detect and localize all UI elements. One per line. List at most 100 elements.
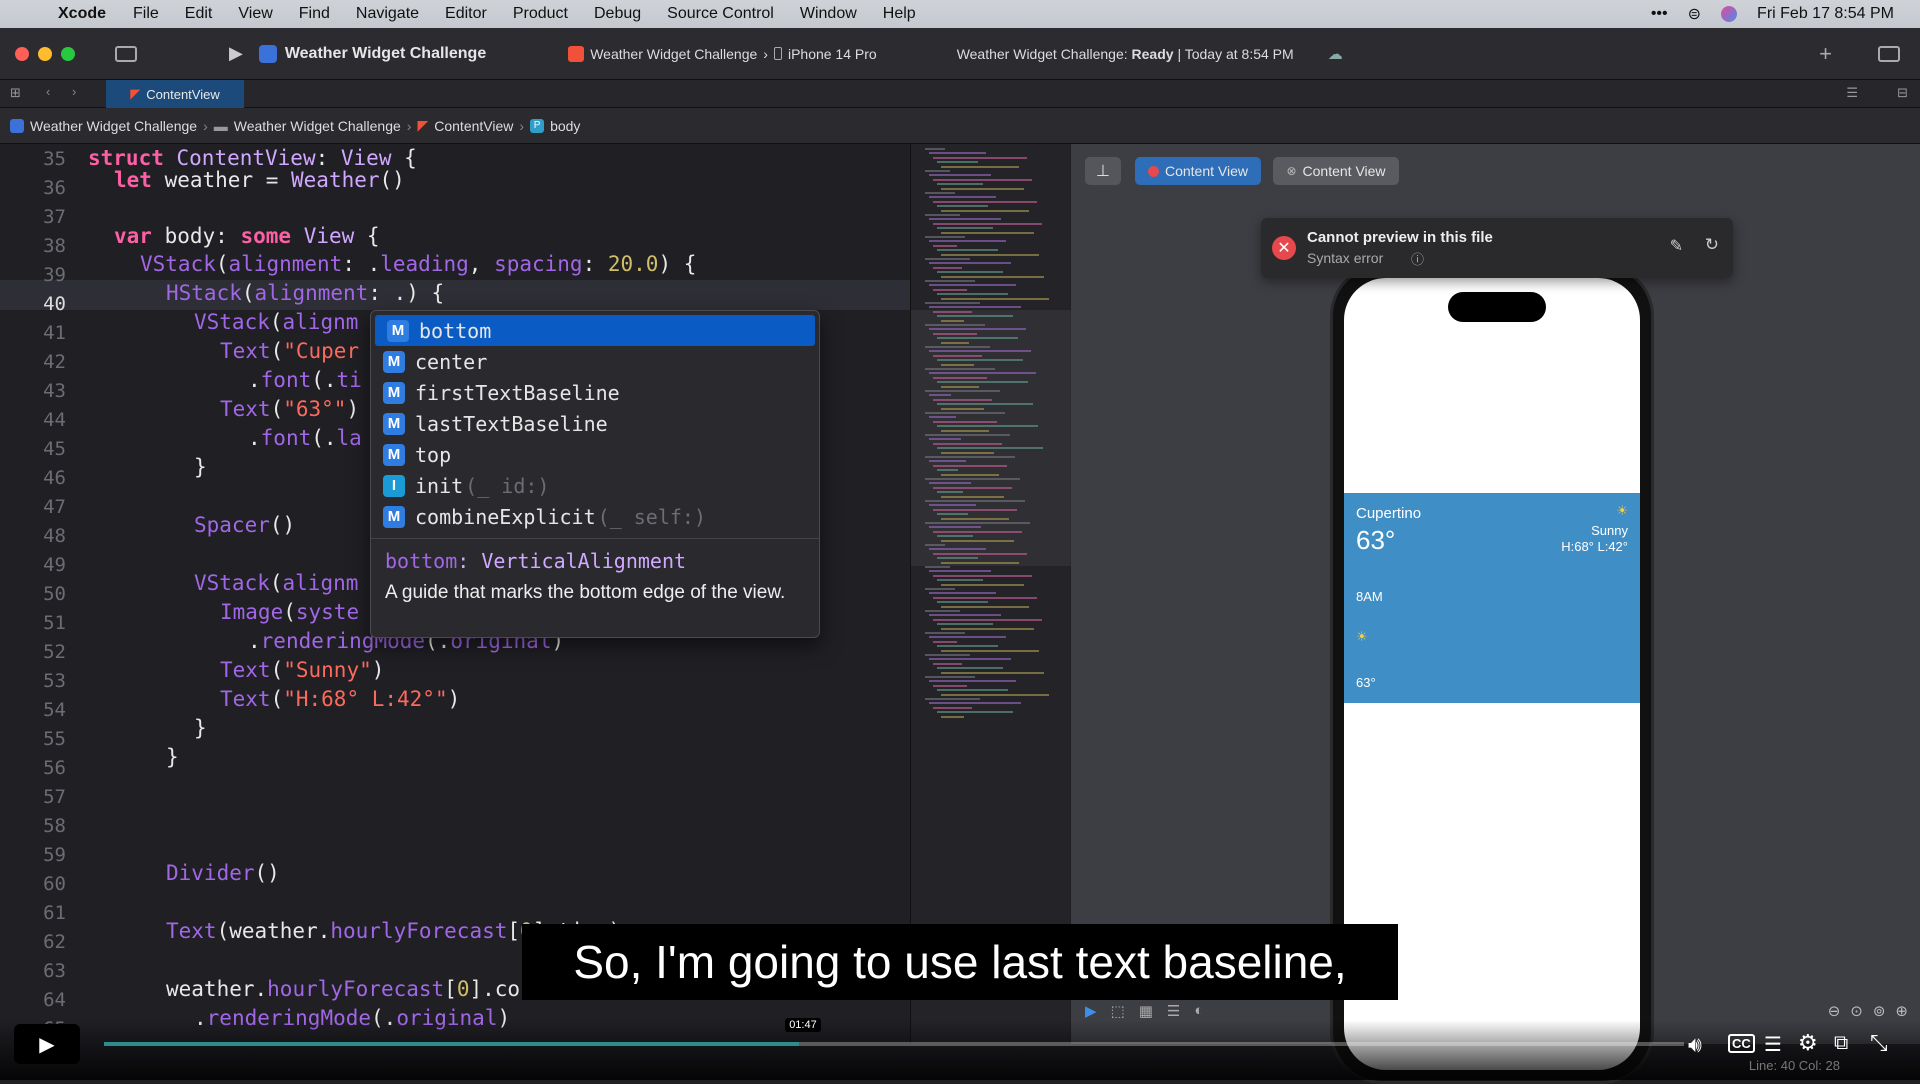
breadcrumb-project[interactable]: Weather Widget Challenge	[30, 118, 197, 134]
captions-icon[interactable]: CC	[1728, 1034, 1755, 1053]
completion-center[interactable]: Mcenter	[371, 346, 819, 377]
minimap[interactable]	[910, 144, 1071, 1044]
menu-find[interactable]: Find	[299, 5, 330, 23]
video-progress-bar[interactable]	[104, 1042, 1684, 1046]
breadcrumb-file[interactable]: ContentView	[434, 118, 513, 134]
volume-icon[interactable]: 🔊︎	[1688, 1032, 1702, 1058]
line-number: 63	[43, 960, 66, 982]
minimap-line	[941, 363, 974, 366]
minimap-line	[933, 530, 1022, 533]
editor-tab-bar: ⊞ ‹ › ◤ ContentView ☰ ⊟	[0, 80, 1920, 108]
minimap-line	[937, 381, 1028, 384]
menu-product[interactable]: Product	[513, 5, 568, 23]
completion-init[interactable]: Iinit (_ id:)	[371, 470, 819, 501]
breadcrumb-symbol[interactable]: body	[550, 118, 580, 134]
completion-first-text-baseline[interactable]: MfirstTextBaseline	[371, 377, 819, 408]
completion-last-text-baseline[interactable]: MlastTextBaseline	[371, 408, 819, 439]
method-badge-icon: M	[383, 381, 405, 404]
status-state: Ready	[1131, 45, 1174, 62]
cloud-icon: ☁	[1327, 45, 1343, 63]
fullscreen-exit-icon[interactable]: ⤡	[1870, 1030, 1888, 1056]
diagnostics-icon[interactable]: ✎	[1670, 236, 1683, 256]
minimize-window-button[interactable]	[38, 46, 52, 61]
pin-button[interactable]: ⊥	[1085, 157, 1121, 185]
line-number: 46	[43, 467, 66, 489]
code-line: VStack(alignm	[194, 571, 359, 595]
minimap-line	[933, 684, 967, 687]
settings-gear-icon[interactable]: ⚙	[1798, 1030, 1818, 1056]
minimap-line	[933, 244, 957, 247]
menu-editor[interactable]: Editor	[445, 5, 487, 23]
preview-chip-live[interactable]: Content View	[1135, 157, 1261, 185]
minimap-line	[929, 526, 981, 529]
minimap-line	[937, 535, 973, 538]
menu-clock[interactable]: Fri Feb 17 8:54 PM	[1757, 5, 1894, 23]
zoom-controls: ⊖ ⊙ ⊚ ⊕	[1828, 1002, 1908, 1020]
device-name: iPhone 14 Pro	[787, 45, 877, 62]
completion-top[interactable]: Mtop	[371, 439, 819, 470]
menu-window[interactable]: Window	[800, 5, 857, 23]
close-window-button[interactable]	[15, 46, 29, 61]
menu-app[interactable]: Xcode	[58, 5, 106, 23]
zoom-fit-icon[interactable]: ⊙	[1850, 1002, 1863, 1020]
dynamic-island	[1448, 292, 1546, 322]
line-number: 41	[43, 322, 66, 344]
doc-symbol-name: bottom	[385, 549, 458, 573]
siri-icon[interactable]	[1721, 6, 1738, 22]
preview-canvas[interactable]: ⊥ Content View ⊗ Content View Cupertino …	[1071, 144, 1920, 1084]
picture-in-picture-icon[interactable]: ⧉	[1834, 1032, 1848, 1055]
minimap-line	[929, 658, 1011, 661]
minimap-line	[929, 460, 966, 463]
widget-hour-temp: 63°	[1356, 675, 1376, 690]
zoom-actual-icon[interactable]: ⊚	[1873, 1002, 1886, 1020]
minimap-line	[925, 566, 950, 568]
menu-source-control[interactable]: Source Control	[667, 5, 774, 23]
add-icon[interactable]: +	[1819, 41, 1832, 67]
inspector-toggle-icon[interactable]	[1878, 45, 1900, 62]
refresh-icon[interactable]: ↻	[1705, 235, 1719, 255]
preview-chip-static[interactable]: ⊗ Content View	[1273, 157, 1399, 185]
code-line: Text("H:68° L:42°")	[220, 687, 461, 711]
statusbar-cursor: Line: 40 Col: 28	[1748, 1058, 1840, 1073]
more-icon[interactable]: •••	[1651, 5, 1668, 23]
related-items-icon[interactable]: ☰	[1846, 85, 1858, 101]
minimap-line	[933, 398, 992, 401]
minimap-line	[925, 522, 1030, 524]
scheme-selector[interactable]: Weather Widget Challenge › iPhone 14 Pro	[568, 45, 877, 62]
forward-icon[interactable]: ›	[72, 84, 76, 99]
minimap-line	[929, 592, 996, 595]
menu-view[interactable]: View	[238, 5, 272, 23]
play-button[interactable]: ▶	[14, 1024, 80, 1064]
navigator-toggle-icon[interactable]	[115, 45, 137, 62]
grid-icon[interactable]: ⊞	[10, 85, 21, 101]
code-line: Image(syste	[220, 600, 360, 624]
minimap-line	[941, 605, 1029, 608]
line-number: 54	[43, 699, 66, 721]
code-line: Text("Cuper	[220, 339, 360, 363]
control-center-icon[interactable]: ⊜	[1688, 4, 1701, 24]
minimap-line	[929, 196, 996, 199]
transcript-icon[interactable]: ☰	[1764, 1032, 1782, 1057]
add-editor-icon[interactable]: ⊟	[1897, 85, 1908, 101]
menu-debug[interactable]: Debug	[594, 5, 641, 23]
tab-contentview[interactable]: ◤ ContentView	[106, 80, 244, 108]
info-icon[interactable]: ⓘ	[1411, 249, 1424, 268]
completion-label: lastTextBaseline	[415, 411, 608, 436]
menu-navigate[interactable]: Navigate	[356, 5, 419, 23]
minimap-line	[937, 667, 1003, 670]
completion-combine-explicit[interactable]: McombineExplicit (_ self:)	[371, 501, 819, 532]
zoom-window-button[interactable]	[61, 46, 75, 61]
run-button[interactable]: ▶	[229, 43, 243, 64]
folder-icon: ▬	[213, 117, 228, 134]
line-number: 42	[43, 351, 66, 373]
zoom-in-icon[interactable]: ⊕	[1895, 1002, 1908, 1020]
breadcrumb-group[interactable]: Weather Widget Challenge	[234, 118, 401, 134]
menu-file[interactable]: File	[133, 5, 159, 23]
menu-edit[interactable]: Edit	[185, 5, 213, 23]
zoom-out-icon[interactable]: ⊖	[1828, 1002, 1841, 1020]
back-icon[interactable]: ‹	[46, 84, 50, 99]
menu-help[interactable]: Help	[883, 5, 916, 23]
minimap-line	[941, 187, 1024, 190]
completion-bottom[interactable]: Mbottom	[375, 315, 815, 346]
autocomplete-popup: Mbottom Mcenter MfirstTextBaseline Mlast…	[370, 310, 820, 638]
